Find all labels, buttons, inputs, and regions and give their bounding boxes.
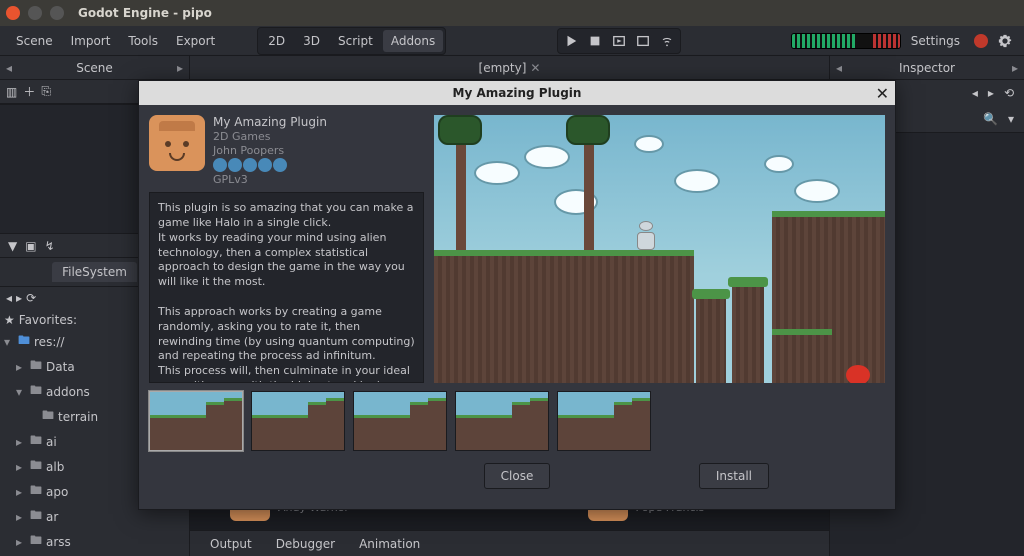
tab-debugger[interactable]: Debugger: [266, 533, 345, 555]
workspace-addons[interactable]: Addons: [383, 30, 443, 52]
plugin-name: My Amazing Plugin: [213, 115, 327, 129]
workspace-2d[interactable]: 2D: [260, 30, 293, 52]
game-screenshot: [434, 115, 885, 383]
main-menubar: Scene Import Tools Export 2D 3D Script A…: [0, 26, 1024, 56]
folder-icon: 🖿: [42, 406, 54, 427]
install-button[interactable]: Install: [699, 463, 769, 489]
new-node-icon[interactable]: ▥: [6, 85, 17, 99]
tab-animation[interactable]: Animation: [349, 533, 430, 555]
dock-move-right-icon[interactable]: ▸: [177, 61, 183, 75]
playback-controls: [557, 28, 681, 54]
fs-item-arss[interactable]: ▸🖿arss: [4, 529, 185, 554]
object-menu-icon[interactable]: ▾: [1008, 112, 1014, 126]
fs-reload-icon[interactable]: ⟳: [26, 291, 36, 305]
plugin-preview: [434, 115, 885, 383]
folder-icon: 🖿: [30, 381, 42, 402]
search-help-icon[interactable]: 🔍: [983, 112, 998, 126]
copy-icon[interactable]: ▣: [25, 239, 36, 253]
dock-move-left-icon[interactable]: ◂: [836, 61, 842, 75]
window-maximize-icon[interactable]: [50, 6, 64, 20]
fs-forward-icon[interactable]: ▸: [16, 291, 22, 305]
stop-icon[interactable]: [584, 31, 606, 51]
plugin-robot-icon: [149, 115, 205, 171]
attach-script-icon[interactable]: ▼: [8, 239, 17, 253]
window-title: Godot Engine - pipo: [78, 6, 212, 20]
close-tab-icon[interactable]: ✕: [530, 61, 540, 75]
update-spinner: [791, 33, 901, 49]
folder-icon: 🖿: [30, 506, 42, 527]
star-icon: ★: [4, 313, 15, 327]
thumbnail[interactable]: [251, 391, 345, 451]
enemy-icon: [846, 365, 870, 383]
rating-dot-icon: [213, 158, 227, 172]
folder-icon: 🖿: [30, 356, 42, 377]
fs-back-icon[interactable]: ◂: [6, 291, 12, 305]
thumbnail[interactable]: [557, 391, 651, 451]
scene-tab[interactable]: Scene: [18, 61, 171, 75]
favorites-label: Favorites:: [19, 313, 77, 327]
inspector-tab[interactable]: Inspector: [848, 61, 1006, 75]
screenshot-thumbnails: [149, 391, 885, 451]
history-forward-icon[interactable]: ▸: [988, 86, 994, 100]
visibility-icon[interactable]: ↯: [45, 239, 55, 253]
rating-dot-icon: [228, 158, 242, 172]
rating-dot-icon: [273, 158, 287, 172]
folder-icon: 🖿: [18, 331, 30, 352]
folder-icon: 🖿: [30, 481, 42, 502]
play-icon[interactable]: [560, 31, 582, 51]
folder-icon: 🖿: [30, 531, 42, 552]
dialog-titlebar[interactable]: My Amazing Plugin ✕: [139, 81, 895, 105]
play-custom-icon[interactable]: [632, 31, 654, 51]
scene-tabs: [empty] ✕: [190, 56, 829, 80]
bottom-panel-tabs: Output Debugger Animation: [190, 530, 829, 556]
workspace-script[interactable]: Script: [330, 30, 381, 52]
dialog-close-icon[interactable]: ✕: [876, 84, 889, 103]
rating-dot-icon: [258, 158, 272, 172]
window-close-icon[interactable]: [6, 6, 20, 20]
menu-export[interactable]: Export: [168, 30, 223, 52]
folder-icon: 🖿: [30, 431, 42, 452]
window-minimize-icon[interactable]: [28, 6, 42, 20]
menu-tools[interactable]: Tools: [120, 30, 166, 52]
plugin-author: John Poopers: [213, 144, 327, 157]
filesystem-tab[interactable]: FileSystem: [52, 262, 137, 282]
os-titlebar: Godot Engine - pipo: [0, 0, 1024, 26]
gear-icon[interactable]: [994, 31, 1016, 51]
plugin-license: GPLv3: [213, 173, 327, 186]
thumbnail[interactable]: [149, 391, 243, 451]
tab-output[interactable]: Output: [200, 533, 262, 555]
dock-move-left-icon[interactable]: ◂: [6, 61, 12, 75]
plugin-rating: [213, 158, 327, 172]
settings-button[interactable]: Settings: [903, 30, 968, 52]
plugin-dialog: My Amazing Plugin ✕ My Amazing Plugin 2D…: [138, 80, 896, 510]
history-clear-icon[interactable]: ⟲: [1004, 86, 1014, 100]
player-robot-icon: [634, 221, 658, 251]
plugin-description: This plugin is so amazing that you can m…: [149, 192, 424, 383]
add-node-icon[interactable]: ＋: [23, 83, 35, 100]
close-button[interactable]: Close: [484, 463, 551, 489]
instance-icon[interactable]: ⎘: [41, 84, 51, 99]
remote-icon[interactable]: [656, 31, 678, 51]
menu-scene[interactable]: Scene: [8, 30, 61, 52]
history-back-icon[interactable]: ◂: [972, 86, 978, 100]
thumbnail[interactable]: [353, 391, 447, 451]
rating-dot-icon: [243, 158, 257, 172]
menu-import[interactable]: Import: [63, 30, 119, 52]
play-scene-icon[interactable]: [608, 31, 630, 51]
workspace-3d[interactable]: 3D: [295, 30, 328, 52]
dock-move-right-icon[interactable]: ▸: [1012, 61, 1018, 75]
scene-tab-empty[interactable]: [empty] ✕: [471, 59, 549, 77]
plugin-category: 2D Games: [213, 130, 327, 143]
workspace-switcher: 2D 3D Script Addons: [257, 27, 446, 55]
dialog-title: My Amazing Plugin: [453, 86, 582, 100]
folder-icon: 🖿: [30, 456, 42, 477]
thumbnail[interactable]: [455, 391, 549, 451]
alert-indicator-icon[interactable]: [974, 34, 988, 48]
